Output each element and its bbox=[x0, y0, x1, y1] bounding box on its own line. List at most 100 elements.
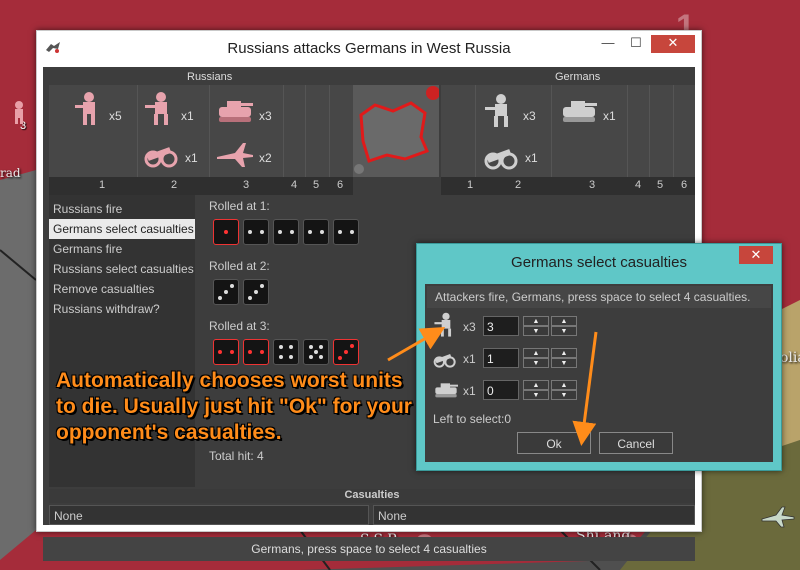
die-pip bbox=[279, 355, 283, 359]
die-pip bbox=[248, 230, 252, 234]
fighter-icon[interactable] bbox=[215, 137, 255, 173]
hit-die bbox=[213, 219, 239, 245]
total-hit-label: Total hit: 4 bbox=[209, 449, 264, 463]
unit-count: x3 bbox=[259, 109, 272, 123]
tank-icon[interactable] bbox=[559, 93, 599, 129]
spin-max-button[interactable]: ▲ bbox=[551, 380, 577, 390]
die-pip bbox=[338, 356, 342, 360]
column-number: 5 bbox=[313, 179, 320, 191]
miss-die bbox=[243, 279, 269, 305]
ok-button[interactable]: Ok bbox=[517, 432, 591, 454]
spin-down-button[interactable]: ▼ bbox=[523, 390, 549, 400]
map-territory-label: olia bbox=[780, 350, 800, 366]
spin-down-button[interactable]: ▼ bbox=[523, 358, 549, 368]
artillery-icon bbox=[433, 354, 456, 368]
step-item[interactable]: Russians select casualties bbox=[49, 259, 195, 279]
die-pip bbox=[224, 290, 228, 294]
attacker-column-bar bbox=[49, 177, 353, 195]
die-pip bbox=[289, 355, 293, 359]
spin-up-button[interactable]: ▲ bbox=[523, 348, 549, 358]
die-pip bbox=[314, 350, 318, 354]
die-pip bbox=[218, 296, 222, 300]
step-item-selected[interactable]: Germans select casualties bbox=[49, 219, 195, 239]
column-number: 2 bbox=[515, 179, 522, 191]
die-pip bbox=[248, 296, 252, 300]
spin-max-button[interactable]: ▲ bbox=[551, 316, 577, 326]
casualty-quantity-input[interactable]: 3 bbox=[483, 316, 519, 336]
step-item[interactable]: Germans fire bbox=[49, 239, 195, 259]
die-pip bbox=[338, 230, 342, 234]
spin-up-button[interactable]: ▲ bbox=[523, 380, 549, 390]
roll-label: Rolled at 1: bbox=[209, 199, 270, 213]
unit-count: x3 bbox=[463, 320, 476, 334]
spin-min-button[interactable]: ▼ bbox=[551, 358, 577, 368]
column-number: 1 bbox=[99, 179, 106, 191]
dialog-close-button[interactable]: ✕ bbox=[739, 246, 773, 264]
artillery-icon[interactable] bbox=[483, 137, 523, 173]
minimap-image bbox=[353, 85, 439, 177]
unit-count: x1 bbox=[603, 109, 616, 123]
roll-label: Rolled at 3: bbox=[209, 319, 270, 333]
spin-up-button[interactable]: ▲ bbox=[523, 316, 549, 326]
step-item[interactable]: Russians fire bbox=[49, 199, 195, 219]
fighter-icon[interactable] bbox=[760, 505, 796, 529]
die-pip bbox=[309, 355, 313, 359]
minimize-button[interactable]: — bbox=[594, 35, 622, 53]
column-number: 3 bbox=[589, 179, 596, 191]
unit-count: x1 bbox=[463, 352, 476, 366]
left-to-select-label: Left to select:0 bbox=[433, 412, 512, 426]
column-number: 6 bbox=[681, 179, 688, 191]
die-pip bbox=[319, 355, 323, 359]
casualty-quantity-input[interactable]: 1 bbox=[483, 348, 519, 368]
column-number: 2 bbox=[171, 179, 178, 191]
dialog-body: Attackers fire, Germans, press space to … bbox=[425, 284, 773, 462]
spin-min-button[interactable]: ▼ bbox=[551, 390, 577, 400]
spin-max-button[interactable]: ▲ bbox=[551, 348, 577, 358]
unit-count: x2 bbox=[259, 151, 272, 165]
die-pip bbox=[224, 230, 228, 234]
attacker-name: Russians bbox=[187, 71, 233, 83]
tank-icon[interactable] bbox=[215, 93, 255, 129]
die-pip bbox=[218, 350, 222, 354]
casualty-quantity-input[interactable]: 0 bbox=[483, 380, 519, 400]
close-button[interactable]: ✕ bbox=[651, 35, 695, 53]
die-pip bbox=[278, 230, 282, 234]
die-pip bbox=[279, 345, 283, 349]
dialog-title: Germans select casualties bbox=[511, 254, 687, 271]
die-pip bbox=[260, 230, 264, 234]
defender-casualties: None bbox=[373, 505, 695, 525]
cancel-button[interactable]: Cancel bbox=[599, 432, 673, 454]
column-number: 5 bbox=[657, 179, 664, 191]
infantry-icon[interactable] bbox=[71, 91, 107, 127]
spin-min-button[interactable]: ▼ bbox=[551, 326, 577, 336]
maximize-button[interactable]: ☐ bbox=[622, 35, 650, 53]
status-bar: Germans, press space to select 4 casualt… bbox=[43, 537, 695, 561]
die-pip bbox=[254, 290, 258, 294]
die-pip bbox=[319, 345, 323, 349]
infantry-icon[interactable] bbox=[483, 93, 519, 129]
miss-die bbox=[273, 219, 299, 245]
defender-name: Germans bbox=[555, 71, 601, 83]
die-pip bbox=[290, 230, 294, 234]
die-pip bbox=[260, 350, 264, 354]
column-number: 6 bbox=[337, 179, 344, 191]
tutorial-annotation: Automatically chooses worst units to die… bbox=[56, 369, 412, 444]
step-item[interactable]: Russians withdraw? bbox=[49, 299, 195, 319]
territory-minimap bbox=[353, 85, 439, 177]
step-item[interactable]: Remove casualties bbox=[49, 279, 195, 299]
infantry-icon[interactable] bbox=[4, 100, 34, 124]
map-territory-label: rad bbox=[0, 166, 21, 180]
miss-die bbox=[273, 339, 299, 365]
infantry-icon[interactable] bbox=[143, 91, 179, 127]
unit-count: x1 bbox=[185, 151, 198, 165]
artillery-icon[interactable] bbox=[143, 135, 183, 171]
die-pip bbox=[309, 345, 313, 349]
tank-icon bbox=[435, 383, 458, 398]
miss-die bbox=[243, 219, 269, 245]
column-number: 4 bbox=[635, 179, 642, 191]
column-number: 4 bbox=[291, 179, 298, 191]
miss-die bbox=[303, 219, 329, 245]
spin-down-button[interactable]: ▼ bbox=[523, 326, 549, 336]
die-pip bbox=[289, 345, 293, 349]
casualties-header: Casualties bbox=[49, 489, 695, 503]
